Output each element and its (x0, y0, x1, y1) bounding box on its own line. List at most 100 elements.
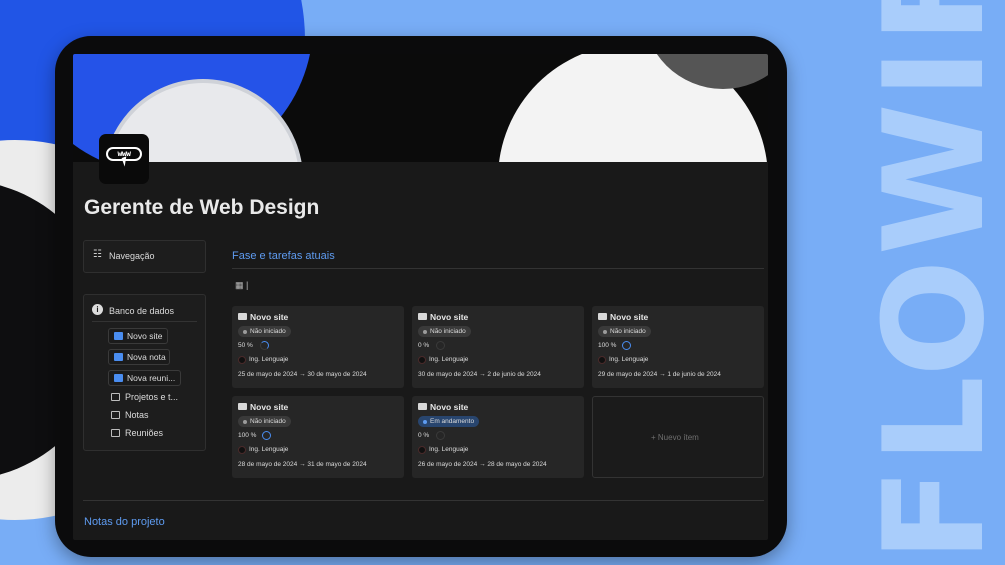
notes-link[interactable]: Notas (111, 410, 149, 420)
card-title: Novo site (238, 312, 288, 322)
status-badge: Não iniciado (238, 326, 291, 337)
notes-label: Notas (125, 410, 149, 420)
monitor-icon (114, 332, 123, 340)
project-card[interactable]: Novo site Não iniciado 0 % Ing. Lenguaje… (412, 306, 584, 388)
projects-label: Projetos e t... (125, 392, 179, 402)
date-range: 28 de mayo de 2024 → 31 de mayo de 2024 (238, 461, 367, 468)
new-note-button[interactable]: Nova nota (108, 349, 170, 365)
owner-name: Ing. Lenguaje (609, 356, 649, 363)
progress-value: 50 % (238, 342, 253, 349)
progress-ring-icon (436, 431, 445, 440)
owner-name: Ing. Lenguaje (249, 446, 289, 453)
note-icon (114, 353, 123, 361)
notion-page: www Gerente de Web Design ☷ Navegação i … (73, 54, 768, 540)
page-cover[interactable] (73, 54, 768, 162)
database-label: Banco de dados (109, 306, 175, 316)
calendar-icon (114, 374, 123, 382)
progress-ring-icon (262, 431, 271, 440)
owner: Ing. Lenguaje (598, 356, 649, 364)
stack-icon: ☷ (93, 249, 102, 260)
divider (92, 321, 197, 322)
date-range: 26 de mayo de 2024 → 28 de mayo de 2024 (418, 461, 547, 468)
card-title: Novo site (598, 312, 648, 322)
status-text: Não iniciado (250, 418, 286, 425)
status-dot-icon (423, 420, 427, 424)
card-title: Novo site (418, 312, 468, 322)
status-badge: Não iniciado (238, 416, 291, 427)
info-icon: i (92, 304, 103, 315)
status-text: Não iniciado (430, 328, 466, 335)
new-item-card[interactable]: + Nuevo ítem (592, 396, 764, 478)
note-icon (111, 411, 120, 419)
owner: Ing. Lenguaje (238, 446, 289, 454)
date-range: 30 de mayo de 2024 → 2 de junio de 2024 (418, 371, 541, 378)
flowify-watermark: FLOWIFY (854, 0, 1005, 562)
notes-title[interactable]: Notas do projeto (84, 516, 165, 528)
navigation-label: Navegação (109, 251, 155, 261)
new-site-button[interactable]: Novo site (108, 328, 168, 344)
status-dot-icon (243, 330, 247, 334)
status-text: Não iniciado (250, 328, 286, 335)
new-meeting-button[interactable]: Nova reuni... (108, 370, 181, 386)
status-dot-icon (603, 330, 607, 334)
monitor-icon (238, 313, 247, 320)
page-icon[interactable]: www (99, 134, 149, 184)
status-badge: Em andamento (418, 416, 480, 427)
section-title[interactable]: Fase e tarefas atuais (232, 250, 335, 262)
page-title[interactable]: Gerente de Web Design (84, 196, 319, 220)
owner: Ing. Lenguaje (418, 446, 469, 454)
status-badge: Não iniciado (418, 326, 471, 337)
owner-name: Ing. Lenguaje (249, 356, 289, 363)
monitor-icon (111, 393, 120, 401)
progress-value: 100 % (598, 342, 617, 349)
section-divider (232, 268, 764, 269)
status-text: Não iniciado (610, 328, 646, 335)
avatar (598, 356, 606, 364)
monitor-icon (418, 403, 427, 410)
status-dot-icon (423, 330, 427, 334)
progress-ring-icon (622, 341, 631, 350)
projects-link[interactable]: Projetos e t... (111, 392, 178, 402)
date-range: 25 de mayo de 2024 → 30 de mayo de 2024 (238, 371, 367, 378)
owner: Ing. Lenguaje (238, 356, 289, 364)
avatar (238, 356, 246, 364)
notes-divider (83, 500, 764, 501)
status-dot-icon (243, 420, 247, 424)
owner: Ing. Lenguaje (418, 356, 469, 364)
card-title-text: Novo site (250, 402, 289, 412)
owner-name: Ing. Lenguaje (429, 446, 469, 453)
card-title-text: Novo site (610, 312, 649, 322)
progress-value: 100 % (238, 432, 257, 439)
meetings-label: Reuniões (125, 428, 164, 438)
progress-value: 0 % (418, 342, 430, 349)
status-text: Em andamento (430, 418, 475, 425)
monitor-icon (598, 313, 607, 320)
navigation-callout[interactable]: ☷ Navegação (83, 240, 206, 273)
owner-name: Ing. Lenguaje (429, 356, 469, 363)
monitor-icon (418, 313, 427, 320)
project-card[interactable]: Novo site Não iniciado 50 % Ing. Lenguaj… (232, 306, 404, 388)
project-card[interactable]: Novo site Não iniciado 100 % Ing. Lengua… (232, 396, 404, 478)
card-title-text: Novo site (430, 402, 469, 412)
project-card[interactable]: Novo site Em andamento 0 % Ing. Lenguaje… (412, 396, 584, 478)
card-title: Novo site (238, 402, 288, 412)
date-range: 29 de mayo de 2024 → 1 de junio de 2024 (598, 371, 721, 378)
progress-value: 0 % (418, 432, 430, 439)
database-callout: i Banco de dados Novo site Nova nota Nov… (83, 294, 206, 451)
project-card[interactable]: Novo site Não iniciado 100 % Ing. Lengua… (592, 306, 764, 388)
progress-ring-icon (436, 341, 445, 350)
new-item-label: + Nuevo ítem (651, 433, 699, 442)
monitor-icon (238, 403, 247, 410)
new-site-label: Novo site (127, 331, 163, 341)
new-meeting-label: Nova reuni... (127, 373, 176, 383)
avatar (238, 446, 246, 454)
card-title-text: Novo site (250, 312, 289, 322)
progress-ring-icon (260, 341, 269, 350)
card-title: Novo site (418, 402, 468, 412)
meetings-link[interactable]: Reuniões (111, 428, 163, 438)
card-title-text: Novo site (430, 312, 469, 322)
avatar (418, 356, 426, 364)
avatar (418, 446, 426, 454)
gallery-view-icon[interactable]: ▦ | (235, 280, 248, 291)
status-badge: Não iniciado (598, 326, 651, 337)
